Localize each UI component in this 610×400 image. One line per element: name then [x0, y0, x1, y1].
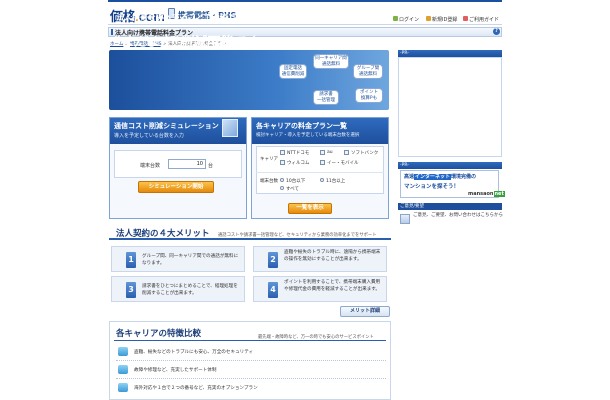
simulation-subtitle: 導入を予定している台数を入力 [114, 133, 184, 139]
guide-icon [463, 16, 468, 21]
merit-number: 4 [268, 282, 278, 298]
merits-title: 法人契約の４大メリット [116, 229, 210, 239]
form-divider [256, 172, 384, 173]
checkbox-emobile[interactable] [320, 160, 325, 165]
merit-text: グループ間、同一キャリア間での通話が無料になります。 [142, 254, 239, 266]
start-simulation-button[interactable]: シミュレーション開始 [138, 181, 214, 193]
banner-bubble: 同一キャリア間 通話無料 [313, 54, 349, 69]
guide-link[interactable]: ご利用ガイド [469, 16, 499, 23]
header-divider [108, 24, 502, 25]
ad-headline: 高速インターネット環境完備の [404, 173, 476, 180]
banner-bubble: 請求書 一括管理 [313, 90, 339, 105]
promo-banner: 固定電話 通信費削減 同一キャリア間 通話無料 グループ間 通話無料 請求書 一… [109, 50, 389, 110]
title-marker [111, 29, 113, 35]
checkbox-au[interactable] [320, 150, 325, 155]
show-list-button[interactable]: 一覧を表示 [288, 203, 332, 214]
device-count-input[interactable]: 10 [168, 159, 206, 169]
checkbox-willcom[interactable] [280, 160, 285, 165]
ad-subline: マンションを探そう！ [404, 184, 460, 190]
compare-title: 各キャリアの特徴比較 [116, 329, 202, 339]
top-accent-bar [108, 0, 502, 2]
banner-bubble: グループ間 通話無料 [353, 64, 383, 79]
banner-bubble: ポイント 換算Pも [355, 88, 383, 103]
ad-highlight: インターネット [414, 174, 452, 180]
merit-card: 2 盗難や紛失のトラブル時に、遠隔から携帯端末の操作を無効にすることが出来ます。 [253, 246, 387, 272]
compare-item[interactable]: 故障や修理など、充実したサポート体制 [134, 367, 216, 373]
merit-text: 盗難や紛失のトラブル時に、遠隔から携帯端末の操作を無効にすることが出来ます。 [284, 250, 381, 262]
register-icon [426, 16, 431, 21]
merit-number: 2 [268, 252, 278, 268]
ad-brand-logo: mansaonnet [468, 191, 505, 197]
option-docomo: NTTドコモ [287, 151, 310, 156]
sidebar-pr-slot [398, 57, 502, 157]
globe-icon [118, 383, 128, 392]
radio-11-or-more[interactable] [320, 178, 324, 182]
box-icon [222, 119, 238, 137]
login-icon [393, 16, 398, 21]
checkbox-softbank[interactable] [344, 150, 349, 155]
merit-card: 4 ポイントを利用することで、携帯端末購入費用や修理代金の費用を軽減することが出… [253, 276, 387, 302]
compare-separator [116, 360, 386, 361]
merit-card: 1 グループ間、同一キャリア間での通話が無料になります。 [111, 246, 245, 272]
option-10-or-less: 10台以下 [286, 179, 306, 184]
option-11-or-more: 11台以上 [326, 179, 346, 184]
compare-separator [116, 378, 386, 379]
option-emobile: イー・モバイル [327, 161, 359, 166]
merit-number: 1 [126, 252, 136, 268]
option-softbank: ソフトバンク [351, 151, 379, 156]
radio-all[interactable] [280, 186, 284, 190]
document-icon [400, 214, 410, 224]
tool-icon [118, 365, 128, 374]
merit-detail-button[interactable]: メリット詳細 [340, 306, 390, 317]
help-icon[interactable]: ? [493, 28, 500, 35]
contact-link[interactable]: ご意見、ご要望、お問い合わせはこちらから [413, 213, 503, 219]
banner-headline: 法人携帯を導入することで通信コストは [116, 13, 260, 22]
page: 価格.com 携帯電話・PHS ログイン 新規ID登録 ご利用ガイド 法人向け携… [108, 0, 505, 400]
sidebar-pr-header: -PR- [398, 50, 502, 57]
radio-10-or-less[interactable] [280, 178, 284, 182]
contact-header: ご意見/要望 [398, 203, 502, 210]
device-count-unit: 台 [208, 163, 214, 169]
merit-number: 3 [126, 282, 136, 298]
merits-description: 通話コストや請求書一括管理など、セキュリティから業務の効率化までをサポート [218, 233, 377, 238]
ad-text: 高速 [404, 174, 415, 180]
option-au: au [327, 150, 333, 155]
sidebar-pr-header: -PR- [398, 162, 502, 169]
lock-icon [118, 347, 128, 356]
option-all: すべて [286, 187, 300, 192]
compare-item[interactable]: 海外対応や１台で２つの番号など、充実のオプションプラン [134, 385, 258, 391]
merit-card: 3 請求書をひとつにまとめることで、経理処理を削減することが出来ます。 [111, 276, 245, 302]
login-link[interactable]: ログイン [399, 16, 419, 23]
simulation-title: 通信コスト削減シミュレーション [114, 122, 219, 130]
register-link[interactable]: 新規ID登録 [432, 16, 457, 23]
option-willcom: ウィルコム [287, 161, 310, 166]
carrier-title: 各キャリアの料金プラン一覧 [256, 122, 347, 130]
merit-text: 請求書をひとつにまとめることで、経理処理を削減することが出来ます。 [142, 284, 238, 296]
ad-brand: mansaon [468, 191, 494, 197]
banner-bubble: 固定電話 通信費削減 [279, 64, 307, 79]
count-label: 端末台数 [260, 179, 278, 184]
compare-item[interactable]: 盗難、紛失などのトラブルにも安心、万全のセキュリティ [134, 349, 253, 355]
ad-brand-tag: net [493, 191, 505, 197]
compare-divider [114, 340, 386, 341]
device-count-label: 端末台数 [140, 163, 161, 169]
checkbox-docomo[interactable] [280, 150, 285, 155]
ad-text: 環境完備の [451, 174, 477, 180]
banner-catchcopy: "まだまだ"削減可能です。 [114, 35, 269, 50]
carrier-subtitle: 検討キャリア・導入を予定している端末台数を選択 [256, 133, 360, 138]
carrier-label: キャリア [260, 157, 278, 162]
merit-text: ポイントを利用することで、携帯端末購入費用や修理代金の費用を軽減することが出来ま… [284, 280, 381, 292]
